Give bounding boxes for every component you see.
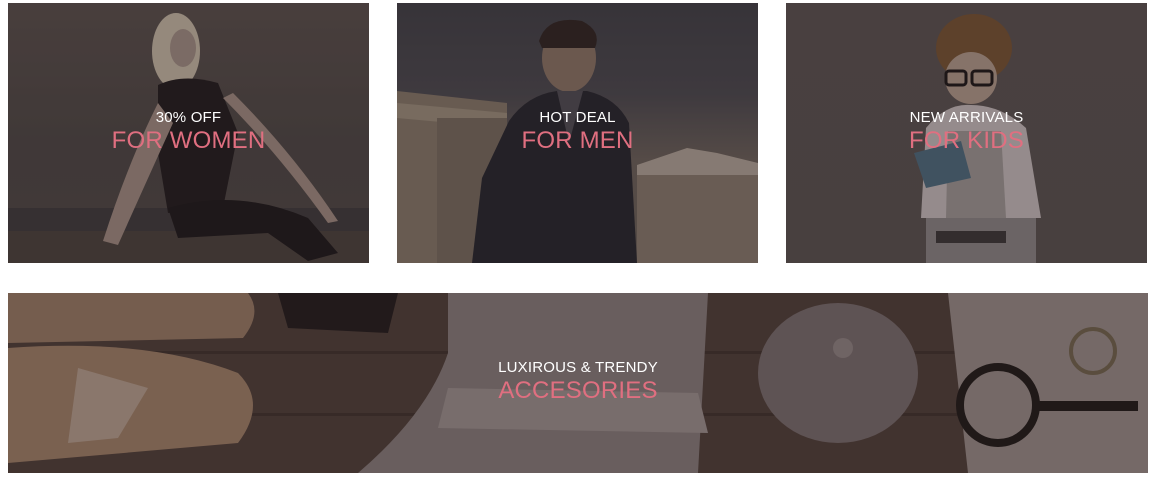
banner-title: FOR KIDS: [909, 127, 1024, 154]
banner-men[interactable]: HOT DEAL FOR MEN: [397, 3, 758, 263]
banner-subtitle: 30% OFF: [155, 109, 222, 126]
banner-caption: NEW ARRIVALS FOR KIDS: [786, 109, 1147, 155]
banner-accessories[interactable]: LUXIROUS & TRENDY ACCESORIES: [8, 293, 1148, 473]
banner-women[interactable]: 30% OFF FOR WOMEN: [8, 3, 369, 263]
banner-kids[interactable]: NEW ARRIVALS FOR KIDS: [786, 3, 1147, 263]
banner-subtitle: LUXIROUS & TRENDY: [498, 359, 658, 376]
banner-title: FOR MEN: [521, 127, 634, 154]
banner-caption: 30% OFF FOR WOMEN: [8, 109, 369, 155]
banner-caption: HOT DEAL FOR MEN: [397, 109, 758, 155]
banner-title: FOR WOMEN: [111, 127, 266, 154]
banner-title: ACCESORIES: [498, 377, 658, 404]
banner-subtitle: NEW ARRIVALS: [909, 109, 1024, 126]
banner-subtitle: HOT DEAL: [539, 109, 616, 126]
banner-caption: LUXIROUS & TRENDY ACCESORIES: [8, 359, 1148, 405]
